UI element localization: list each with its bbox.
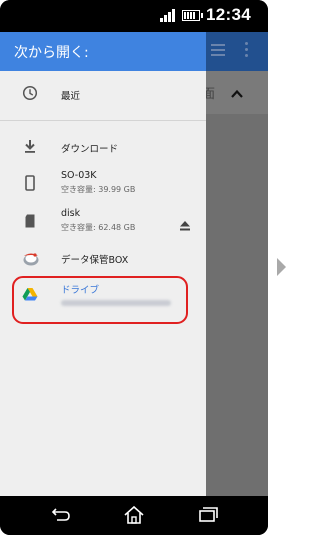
chevron-up-icon[interactable] (231, 88, 243, 100)
divider (0, 120, 206, 121)
drawer-item-label: 最近 (61, 91, 81, 102)
navigation-bar (0, 496, 268, 535)
list-view-icon[interactable] (211, 44, 225, 56)
drawer-header: 次から開く: (0, 32, 206, 71)
more-vert-icon[interactable] (245, 42, 249, 58)
phone-frame: 12:34 面 次から開く: 最近 ダウンロード SO-03K 空き容量: 39… (0, 0, 268, 535)
drawer-item-free-space: 空き容量: 39.99 GB (61, 185, 136, 194)
drawer-item-label: SO-03K (61, 170, 97, 181)
battery-icon (182, 10, 203, 21)
sd-card-icon (22, 213, 38, 229)
drawer-item-device[interactable]: SO-03K 空き容量: 39.99 GB (0, 166, 206, 204)
signal-icon (160, 9, 176, 22)
home-icon[interactable] (122, 504, 146, 526)
drawer-item-data-box[interactable]: データ保管BOX (0, 244, 206, 274)
open-from-drawer: 次から開く: 最近 ダウンロード SO-03K 空き容量: 39.99 GB d… (0, 32, 206, 496)
drive-highlight-annotation (12, 276, 188, 324)
drawer-title: 次から開く: (14, 45, 89, 61)
drawer-item-free-space: 空き容量: 62.48 GB (61, 223, 136, 232)
clock-icon (22, 85, 38, 101)
eject-icon[interactable] (179, 216, 191, 231)
drawer-item-label: disk (61, 208, 81, 219)
drawer-item-recent[interactable]: 最近 (0, 71, 206, 115)
next-step-arrow (277, 258, 286, 276)
status-bar: 12:34 (0, 0, 268, 32)
back-icon[interactable] (49, 504, 73, 526)
drawer-item-label: ダウンロード (61, 144, 119, 155)
status-time: 12:34 (206, 5, 251, 24)
drawer-item-downloads[interactable]: ダウンロード (0, 129, 206, 164)
phone-icon (22, 175, 38, 191)
drawer-item-sd-card[interactable]: disk 空き容量: 62.48 GB (0, 204, 206, 242)
data-box-icon (22, 251, 40, 266)
recent-apps-icon[interactable] (196, 504, 220, 526)
download-icon (22, 138, 38, 154)
drawer-item-label: データ保管BOX (61, 255, 129, 266)
